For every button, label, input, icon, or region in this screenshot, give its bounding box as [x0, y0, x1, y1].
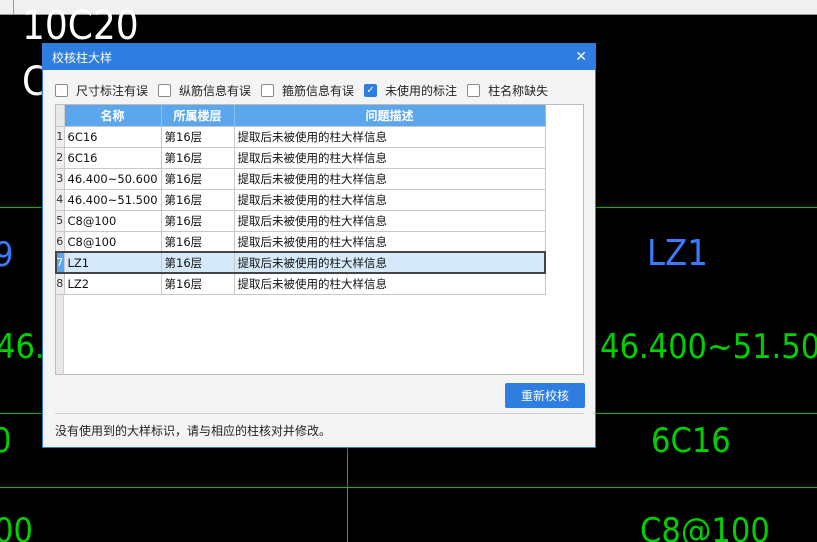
- filter-label: 柱名称缺失: [488, 84, 549, 98]
- cell-name[interactable]: 6C16: [63, 125, 162, 148]
- cell-floor[interactable]: 第16层: [160, 167, 235, 190]
- filter-checkbox-2[interactable]: 纵筋信息有误: [158, 82, 251, 99]
- grid-line: [347, 448, 348, 542]
- row-number[interactable]: 8: [56, 272, 65, 295]
- cad-text-c8: C8@100: [640, 511, 770, 542]
- column-header-floor[interactable]: 所属楼层: [161, 105, 235, 126]
- cell-floor[interactable]: 第16层: [160, 146, 235, 169]
- cell-name[interactable]: LZ2: [63, 272, 162, 295]
- table-header-row: 名称 所属楼层 问题描述: [56, 105, 546, 126]
- filter-checkbox-1[interactable]: 尺寸标注有误: [55, 82, 148, 99]
- cell-description[interactable]: 提取后未被使用的柱大样信息: [233, 167, 546, 190]
- toolbar-cell: [0, 0, 14, 15]
- cell-floor[interactable]: 第16层: [160, 188, 235, 211]
- filter-label: 纵筋信息有误: [179, 84, 252, 98]
- check-column-detail-dialog: 校核柱大样 ✕ 尺寸标注有误 纵筋信息有误 箍筋信息有误 ✓ 未使用的标注 柱名称缺失 名…: [42, 43, 596, 448]
- cell-description[interactable]: 提取后未被使用的柱大样信息: [233, 251, 546, 274]
- cell-name[interactable]: 6C16: [63, 146, 162, 169]
- cad-text-elevation: 46.400~51.500: [600, 327, 817, 367]
- filter-checkbox-group: 尺寸标注有误 纵筋信息有误 箍筋信息有误 ✓ 未使用的标注 柱名称缺失: [55, 82, 558, 99]
- filter-label: 未使用的标注: [385, 84, 458, 98]
- grid-line: [0, 487, 817, 488]
- row-number[interactable]: 6: [56, 230, 65, 253]
- cell-name[interactable]: LZ1: [63, 251, 162, 274]
- dialog-titlebar[interactable]: 校核柱大样: [43, 44, 595, 70]
- row-number[interactable]: 3: [56, 167, 65, 190]
- row-number[interactable]: 7: [56, 251, 65, 274]
- row-number[interactable]: 5: [56, 209, 65, 232]
- table-row[interactable]: 7 LZ1 第16层 提取后未被使用的柱大样信息: [55, 251, 546, 274]
- issue-table: 名称 所属楼层 问题描述 1 6C16 第16层 提取后未被使用的柱大样信息 2 6C16…: [55, 104, 584, 375]
- checkbox-icon[interactable]: [158, 84, 172, 97]
- cad-text-left-0: 0: [0, 424, 11, 458]
- dialog-title: 校核柱大样: [52, 50, 113, 65]
- cell-name[interactable]: C8@100: [63, 209, 162, 232]
- header-corner: [56, 105, 65, 126]
- filter-label: 尺寸标注有误: [76, 84, 149, 98]
- cell-description[interactable]: 提取后未被使用的柱大样信息: [233, 230, 546, 253]
- cad-text-6c16: 6C16: [651, 421, 731, 461]
- checkbox-checked-icon[interactable]: ✓: [364, 84, 378, 97]
- recheck-button[interactable]: 重新校核: [505, 383, 585, 408]
- column-header-description[interactable]: 问题描述: [234, 105, 546, 126]
- checkbox-icon[interactable]: [467, 84, 481, 97]
- table-row[interactable]: 1 6C16 第16层 提取后未被使用的柱大样信息: [56, 125, 546, 148]
- checkbox-icon[interactable]: [55, 84, 68, 97]
- cell-floor[interactable]: 第16层: [160, 125, 235, 148]
- cell-name[interactable]: C8@100: [63, 230, 162, 253]
- checkbox-icon[interactable]: [261, 84, 275, 97]
- cell-description[interactable]: 提取后未被使用的柱大样信息: [233, 188, 546, 211]
- cell-description[interactable]: 提取后未被使用的柱大样信息: [233, 125, 546, 148]
- table-row[interactable]: 2 6C16 第16层 提取后未被使用的柱大样信息: [56, 146, 546, 169]
- row-number[interactable]: 4: [56, 188, 65, 211]
- cell-floor[interactable]: 第16层: [160, 209, 235, 232]
- cell-floor[interactable]: 第16层: [160, 230, 235, 253]
- filter-checkbox-5[interactable]: 柱名称缺失: [467, 82, 548, 99]
- cad-text-left-9: 9: [0, 238, 13, 272]
- cell-description[interactable]: 提取后未被使用的柱大样信息: [233, 146, 546, 169]
- table-row[interactable]: 4 46.400~51.500 第16层 提取后未被使用的柱大样信息: [56, 188, 546, 211]
- table-row[interactable]: 5 C8@100 第16层 提取后未被使用的柱大样信息: [56, 209, 546, 232]
- table-row[interactable]: 6 C8@100 第16层 提取后未被使用的柱大样信息: [56, 230, 546, 253]
- row-number[interactable]: 2: [56, 146, 65, 169]
- cad-text-top-code: 10C20: [22, 3, 139, 49]
- cell-name[interactable]: 46.400~51.500: [63, 188, 162, 211]
- cad-text-left-00: 00: [0, 511, 33, 542]
- table-row[interactable]: 8 LZ2 第16层 提取后未被使用的柱大样信息: [56, 272, 546, 295]
- filter-label: 箍筋信息有误: [282, 84, 355, 98]
- filter-checkbox-4[interactable]: ✓ 未使用的标注: [364, 82, 457, 99]
- cell-description[interactable]: 提取后未被使用的柱大样信息: [233, 272, 546, 295]
- filter-checkbox-3[interactable]: 箍筋信息有误: [261, 82, 354, 99]
- close-icon[interactable]: ✕: [575, 49, 587, 65]
- row-number[interactable]: 1: [56, 125, 65, 148]
- hint-text: 没有使用到的大样标识，请与相应的柱核对并修改。: [55, 424, 332, 438]
- table-row[interactable]: 3 46.400~50.600 第16层 提取后未被使用的柱大样信息: [56, 167, 546, 190]
- divider: [55, 413, 584, 414]
- cell-floor[interactable]: 第16层: [160, 251, 235, 274]
- cad-text-lz1: LZ1: [647, 233, 708, 274]
- column-header-name[interactable]: 名称: [64, 105, 162, 126]
- cell-name[interactable]: 46.400~50.600: [63, 167, 162, 190]
- cell-description[interactable]: 提取后未被使用的柱大样信息: [233, 209, 546, 232]
- cell-floor[interactable]: 第16层: [160, 272, 235, 295]
